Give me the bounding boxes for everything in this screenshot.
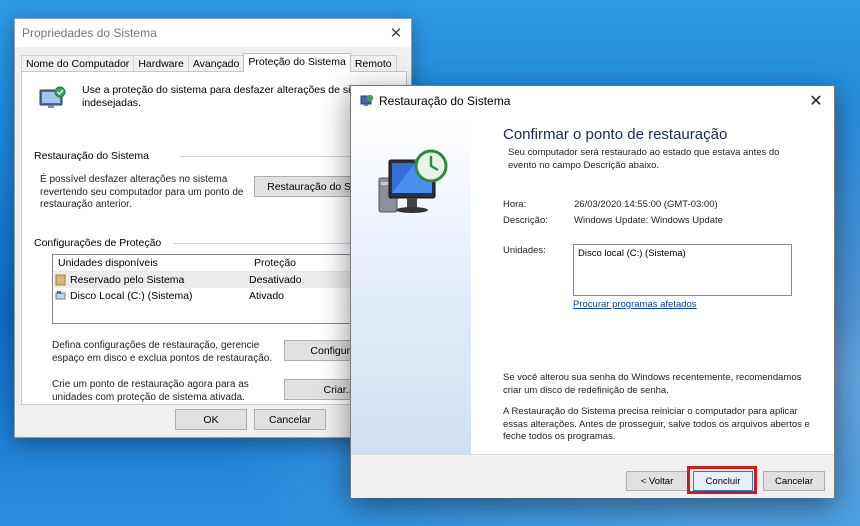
- time-label: Hora:: [503, 199, 527, 210]
- dialog-footer: < Voltar Concluir Cancelar: [351, 454, 834, 498]
- system-restore-dialog: Restauração do Sistema ✕ Confirmar o pon…: [350, 85, 835, 498]
- page-title: Confirmar o ponto de restauração: [503, 126, 728, 143]
- dialog-buttons: OK Cancelar: [175, 409, 326, 430]
- restore-description: É possível desfazer alterações no sistem…: [40, 174, 244, 210]
- ok-button[interactable]: OK: [175, 409, 247, 430]
- drives-value: Disco local (C:) (Sistema): [578, 248, 686, 259]
- protection-section-title: Configurações de Proteção: [34, 237, 162, 249]
- tab-remote[interactable]: Remoto: [349, 55, 397, 72]
- list-item[interactable]: Reservado pelo Sistema Desativado: [53, 272, 381, 288]
- description-value: Windows Update: Windows Update: [574, 215, 723, 226]
- system-properties-titlebar: Propriedades do Sistema: [15, 19, 411, 47]
- tab-computer-name[interactable]: Nome do Computador: [21, 55, 135, 72]
- back-button[interactable]: < Voltar: [626, 471, 688, 491]
- drive-icon: [55, 291, 66, 300]
- drives-listbox[interactable]: Unidades disponíveis Proteção Reservado …: [52, 254, 382, 324]
- description-label: Descrição:: [503, 215, 548, 226]
- system-restore-titlebar: Restauração do Sistema: [351, 86, 834, 116]
- tab-advanced[interactable]: Avançado: [187, 55, 245, 72]
- list-item[interactable]: Disco Local (C:) (Sistema) Ativado: [53, 288, 381, 304]
- tab-hardware[interactable]: Hardware: [133, 55, 189, 72]
- system-restore-icon: [360, 94, 374, 106]
- time-value: 26/03/2020 14:55:00 (GMT-03:00): [574, 199, 718, 210]
- list-header: Unidades disponíveis Proteção: [53, 255, 381, 272]
- password-note: Se você alterou sua senha do Windows rec…: [503, 372, 802, 396]
- folder-icon: [55, 274, 66, 286]
- cancel-button[interactable]: Cancelar: [763, 471, 825, 491]
- drives-box[interactable]: Disco local (C:) (Sistema): [573, 244, 792, 296]
- tab-system-protection[interactable]: Proteção do Sistema: [243, 53, 351, 72]
- system-properties-title: Propriedades do Sistema: [22, 26, 157, 40]
- restore-computer-icon: [378, 149, 448, 213]
- scan-affected-programs-link[interactable]: Procurar programas afetados: [573, 299, 697, 310]
- configure-description: Defina configurações de restauração, ger…: [52, 340, 273, 364]
- column-header-drives[interactable]: Unidades disponíveis: [53, 257, 249, 269]
- close-icon[interactable]: ✕: [802, 87, 830, 115]
- system-restore-title: Restauração do Sistema: [379, 94, 511, 108]
- side-banner: [351, 116, 471, 454]
- create-description: Crie um ponto de restauração agora para …: [52, 379, 249, 403]
- subtitle: Seu computador será restaurado ao estado…: [508, 147, 780, 171]
- drive-name: Disco Local (C:) (Sistema): [70, 290, 193, 302]
- drives-label: Unidades:: [503, 245, 546, 256]
- drive-name: Reservado pelo Sistema: [70, 274, 185, 286]
- finish-highlight-frame: [687, 466, 757, 494]
- cancel-button[interactable]: Cancelar: [254, 409, 326, 430]
- intro-text: Use a proteção do sistema para desfazer …: [82, 84, 380, 109]
- close-icon[interactable]: ✕: [381, 19, 411, 47]
- restore-section-title: Restauração do Sistema: [34, 150, 149, 162]
- system-protection-icon: [39, 86, 66, 108]
- restart-note: A Restauração do Sistema precisa reinici…: [503, 406, 810, 442]
- tab-bar: Nome do Computador Hardware Avançado Pro…: [21, 53, 397, 72]
